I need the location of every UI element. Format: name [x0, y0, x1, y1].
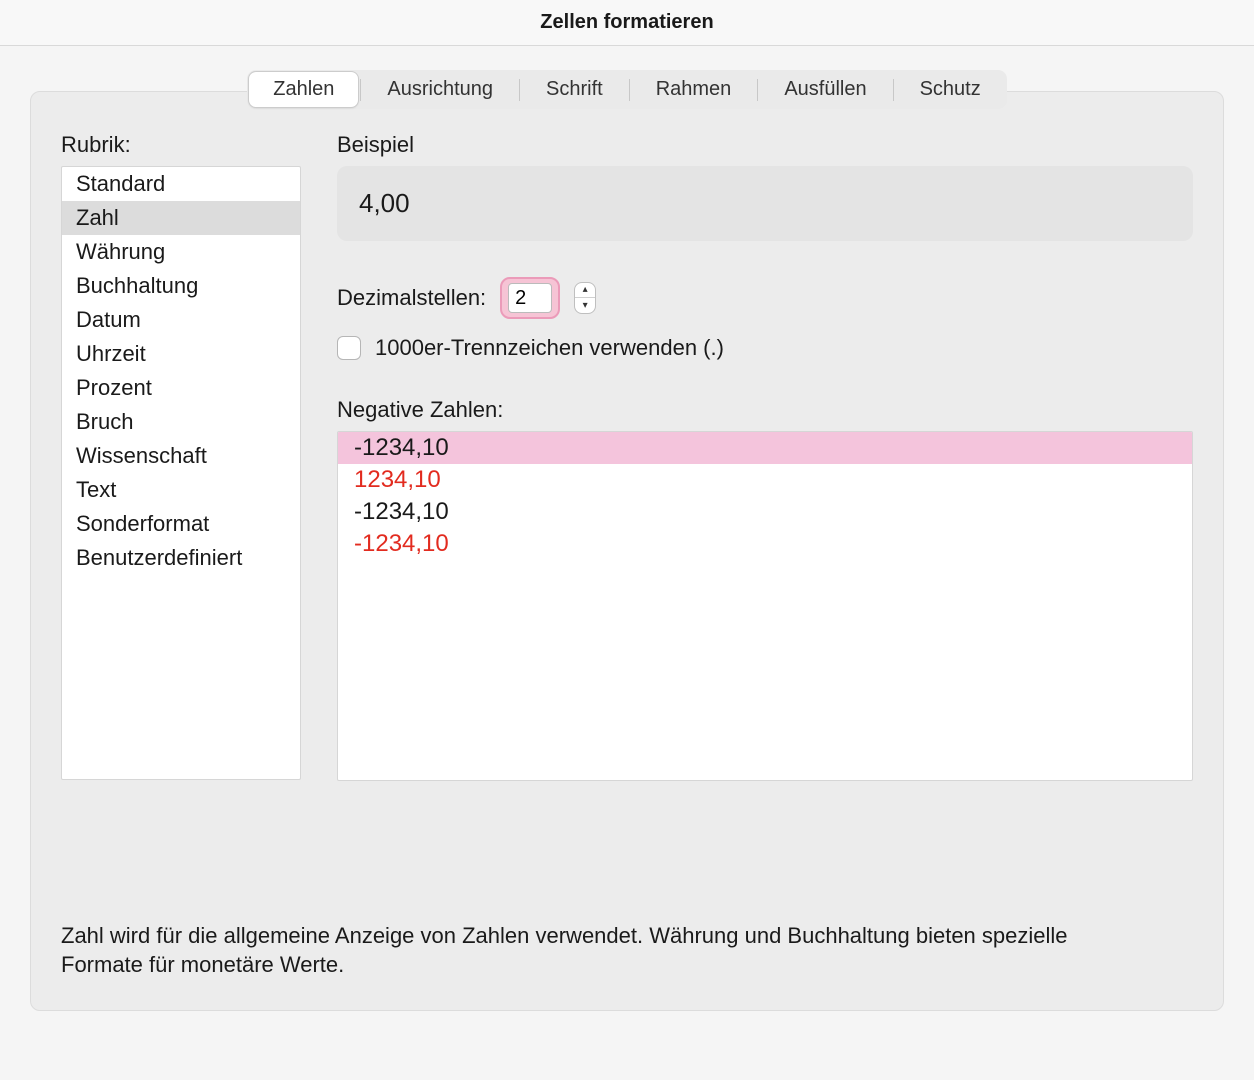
- panel-columns: Rubrik: StandardZahlWährungBuchhaltungDa…: [61, 132, 1193, 781]
- example-value: 4,00: [337, 166, 1193, 241]
- spacer: [337, 377, 1193, 397]
- rubrik-label: Rubrik:: [61, 132, 301, 158]
- example-label: Beispiel: [337, 132, 1193, 158]
- tab-separator: [893, 79, 894, 101]
- tab-separator: [757, 79, 758, 101]
- tab-separator: [360, 79, 361, 101]
- tab-rahmen[interactable]: Rahmen: [632, 72, 756, 107]
- rubrik-item[interactable]: Zahl: [62, 201, 300, 235]
- rubrik-item[interactable]: Datum: [62, 303, 300, 337]
- window-title: Zellen formatieren: [0, 0, 1254, 46]
- chevron-up-icon[interactable]: ▴: [575, 283, 595, 298]
- rubrik-item[interactable]: Standard: [62, 167, 300, 201]
- thousands-label: 1000er-Trennzeichen verwenden (.): [375, 335, 724, 361]
- tab-ausfüllen[interactable]: Ausfüllen: [760, 72, 890, 107]
- negative-format-item[interactable]: -1234,10: [338, 432, 1192, 464]
- rubrik-item[interactable]: Bruch: [62, 405, 300, 439]
- rubrik-item[interactable]: Buchhaltung: [62, 269, 300, 303]
- rubrik-list[interactable]: StandardZahlWährungBuchhaltungDatumUhrze…: [61, 166, 301, 780]
- rubrik-item[interactable]: Wissenschaft: [62, 439, 300, 473]
- rubrik-item[interactable]: Sonderformat: [62, 507, 300, 541]
- rubrik-item[interactable]: Währung: [62, 235, 300, 269]
- dialog-body: ZahlenAusrichtungSchriftRahmenAusfüllenS…: [0, 70, 1254, 1041]
- decimals-input[interactable]: [508, 283, 552, 313]
- decimals-row: Dezimalstellen: ▴ ▾: [337, 277, 1193, 319]
- tab-ausrichtung[interactable]: Ausrichtung: [363, 72, 517, 107]
- negative-list[interactable]: -1234,101234,10-1234,10-1234,10: [337, 431, 1193, 781]
- thousands-row: 1000er-Trennzeichen verwenden (.): [337, 335, 1193, 361]
- negative-label: Negative Zahlen:: [337, 397, 1193, 423]
- tab-panel-zahlen: Rubrik: StandardZahlWährungBuchhaltungDa…: [30, 91, 1224, 1011]
- decimals-input-highlight: [500, 277, 560, 319]
- thousands-checkbox[interactable]: [337, 336, 361, 360]
- tabbar: ZahlenAusrichtungSchriftRahmenAusfüllenS…: [247, 70, 1007, 109]
- negative-format-item[interactable]: -1234,10: [338, 496, 1192, 528]
- tab-separator: [629, 79, 630, 101]
- rubrik-item[interactable]: Uhrzeit: [62, 337, 300, 371]
- rubrik-item[interactable]: Prozent: [62, 371, 300, 405]
- negative-format-item[interactable]: -1234,10: [338, 528, 1192, 560]
- tab-schutz[interactable]: Schutz: [896, 72, 1005, 107]
- tabbar-container: ZahlenAusrichtungSchriftRahmenAusfüllenS…: [30, 70, 1224, 109]
- rubrik-item[interactable]: Benutzerdefiniert: [62, 541, 300, 575]
- tab-zahlen[interactable]: Zahlen: [249, 72, 358, 107]
- chevron-down-icon[interactable]: ▾: [575, 298, 595, 313]
- tab-schrift[interactable]: Schrift: [522, 72, 627, 107]
- rubrik-column: Rubrik: StandardZahlWährungBuchhaltungDa…: [61, 132, 301, 780]
- rubrik-item[interactable]: Text: [62, 473, 300, 507]
- options-column: Beispiel 4,00 Dezimalstellen: ▴ ▾ 1000er…: [337, 132, 1193, 781]
- footer-description: Zahl wird für die allgemeine Anzeige von…: [61, 881, 1111, 980]
- tab-separator: [519, 79, 520, 101]
- decimals-stepper[interactable]: ▴ ▾: [574, 282, 596, 314]
- negative-format-item[interactable]: 1234,10: [338, 464, 1192, 496]
- decimals-label: Dezimalstellen:: [337, 285, 486, 311]
